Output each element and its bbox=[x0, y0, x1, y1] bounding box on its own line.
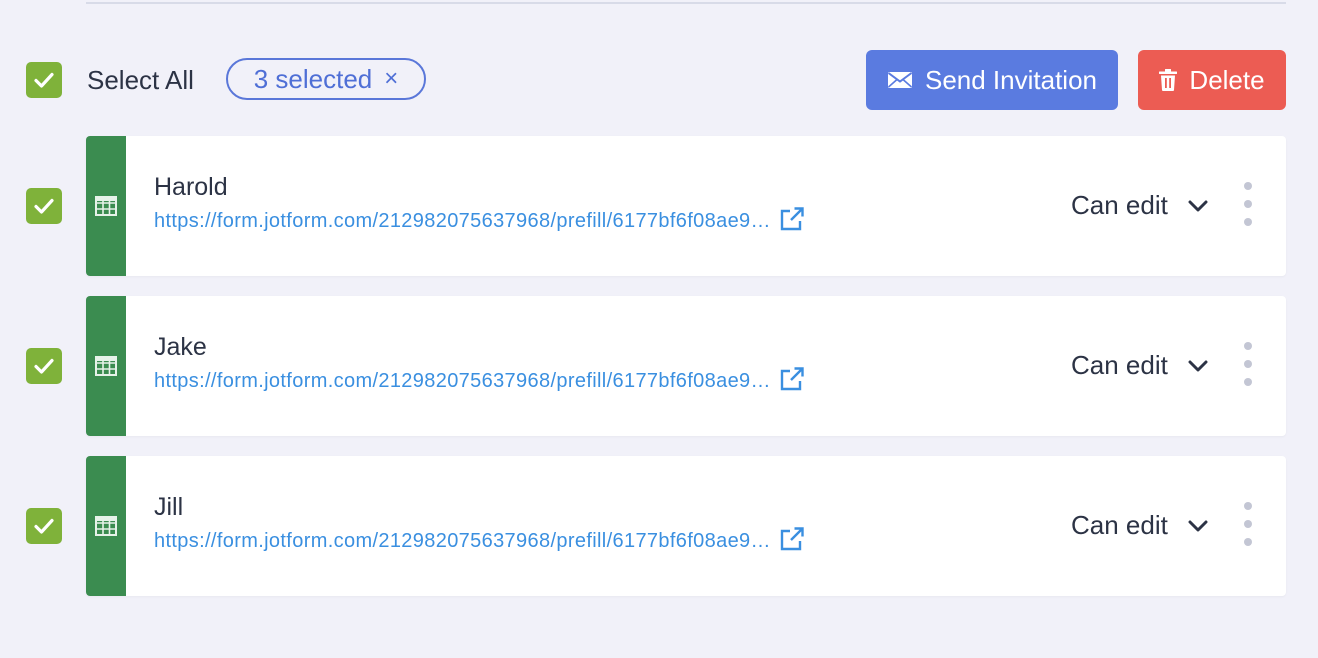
row-checkbox[interactable] bbox=[26, 348, 62, 384]
check-icon bbox=[34, 72, 54, 88]
row-type-stripe bbox=[86, 136, 126, 276]
permission-dropdown[interactable]: Can edit bbox=[1071, 350, 1208, 381]
select-all-label: Select All bbox=[87, 65, 194, 95]
more-vertical-icon[interactable] bbox=[1238, 502, 1258, 546]
top-divider bbox=[86, 0, 1286, 4]
more-vertical-icon[interactable] bbox=[1238, 182, 1258, 226]
prefill-link[interactable]: https://form.jotform.com/212982075637968… bbox=[154, 530, 771, 553]
prefill-link[interactable]: https://form.jotform.com/212982075637968… bbox=[154, 370, 771, 393]
table-grid-icon bbox=[95, 516, 117, 536]
select-all-checkbox[interactable] bbox=[26, 62, 62, 98]
more-vertical-icon[interactable] bbox=[1238, 342, 1258, 386]
check-icon bbox=[34, 198, 54, 214]
row-checkbox[interactable] bbox=[26, 508, 62, 544]
envelope-icon bbox=[887, 72, 913, 88]
clear-selection-icon[interactable]: × bbox=[384, 67, 398, 91]
delete-button[interactable]: Delete bbox=[1138, 50, 1286, 110]
permission-dropdown[interactable]: Can edit bbox=[1071, 510, 1208, 541]
table-grid-icon bbox=[95, 196, 117, 216]
row-checkbox[interactable] bbox=[26, 188, 62, 224]
list-item[interactable]: Jake https://form.jotform.com/2129820756… bbox=[86, 296, 1286, 436]
recipient-name: Jill bbox=[154, 493, 184, 521]
prefill-link-row: https://form.jotform.com/212982075637968… bbox=[154, 526, 805, 553]
selected-count-chip: 3 selected × bbox=[226, 58, 426, 100]
external-link-icon[interactable] bbox=[779, 206, 805, 232]
row-type-stripe bbox=[86, 456, 126, 596]
check-icon bbox=[34, 518, 54, 534]
check-icon bbox=[34, 358, 54, 374]
prefill-link-row: https://form.jotform.com/212982075637968… bbox=[154, 366, 805, 393]
trash-icon bbox=[1159, 69, 1178, 91]
chevron-down-icon bbox=[1188, 360, 1208, 371]
send-invitation-button[interactable]: Send Invitation bbox=[866, 50, 1118, 110]
send-invitation-label: Send Invitation bbox=[924, 64, 1097, 95]
table-grid-icon bbox=[95, 356, 117, 376]
permission-value: Can edit bbox=[1071, 190, 1168, 220]
prefill-link[interactable]: https://form.jotform.com/212982075637968… bbox=[154, 210, 771, 233]
recipient-name: Harold bbox=[154, 173, 228, 201]
selected-count-text: 3 selected bbox=[253, 63, 373, 94]
list-item[interactable]: Harold https://form.jotform.com/21298207… bbox=[86, 136, 1286, 276]
permission-value: Can edit bbox=[1071, 510, 1168, 540]
chevron-down-icon bbox=[1188, 200, 1208, 211]
recipient-name: Jake bbox=[154, 333, 207, 361]
row-type-stripe bbox=[86, 296, 126, 436]
external-link-icon[interactable] bbox=[779, 366, 805, 392]
delete-label: Delete bbox=[1189, 64, 1265, 95]
permission-value: Can edit bbox=[1071, 350, 1168, 380]
external-link-icon[interactable] bbox=[779, 526, 805, 552]
list-item[interactable]: Jill https://form.jotform.com/2129820756… bbox=[86, 456, 1286, 596]
permission-dropdown[interactable]: Can edit bbox=[1071, 190, 1208, 221]
prefill-link-row: https://form.jotform.com/212982075637968… bbox=[154, 206, 805, 233]
chevron-down-icon bbox=[1188, 520, 1208, 531]
